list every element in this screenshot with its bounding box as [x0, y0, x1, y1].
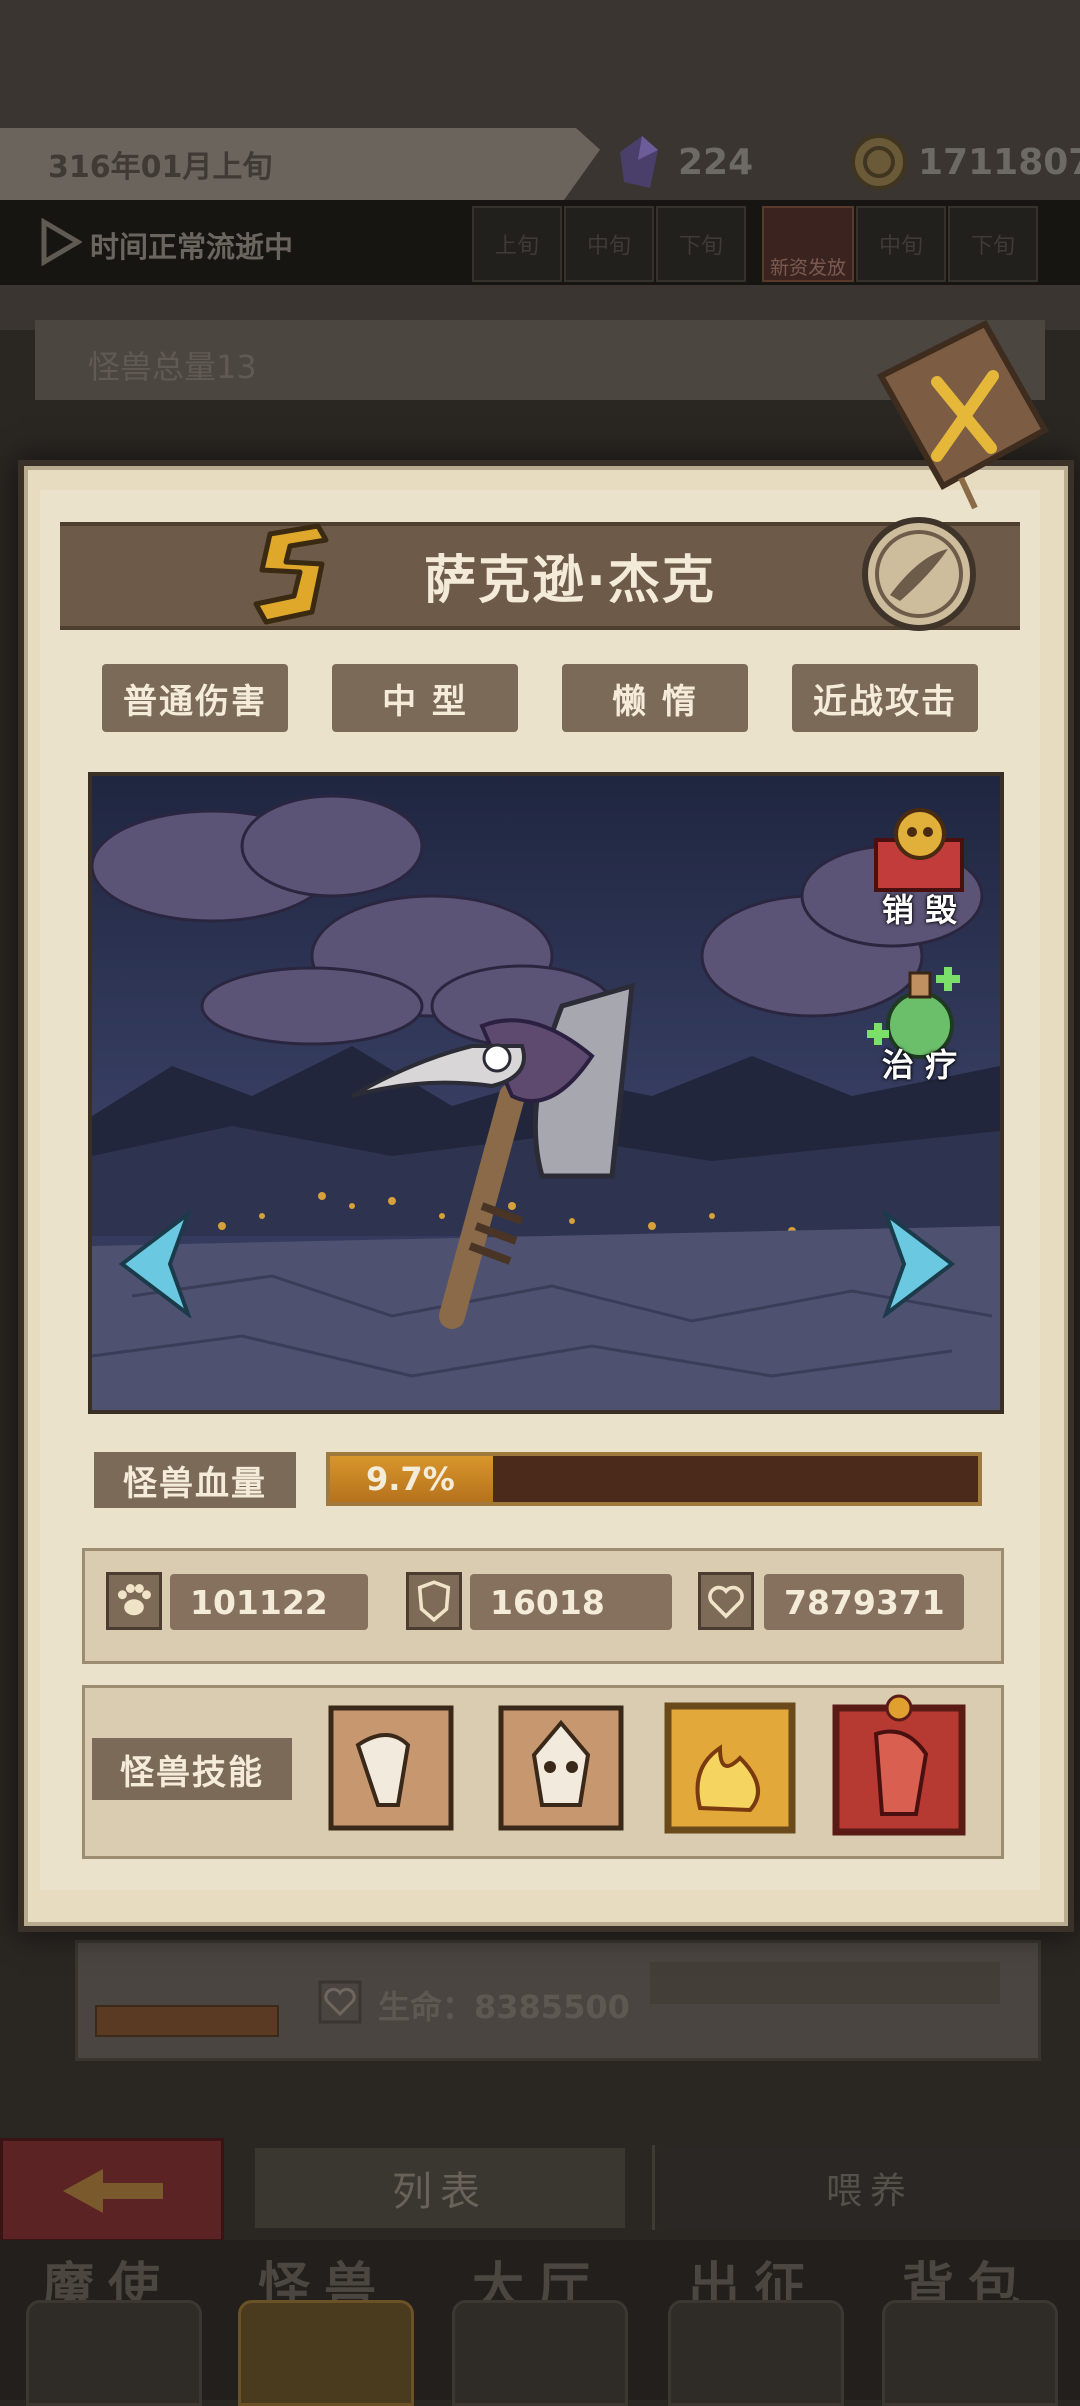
skill-fire-icon[interactable] — [660, 1698, 800, 1838]
tag-trait: 懒 惰 — [562, 664, 748, 732]
life-value: 7879371 — [764, 1574, 964, 1630]
nav-envoy-icon[interactable] — [26, 2300, 202, 2406]
back-button[interactable] — [0, 2138, 224, 2242]
previous-arrow-icon[interactable] — [118, 1210, 196, 1318]
compass-icon[interactable] — [860, 515, 978, 633]
monster-name: 萨克逊·杰克 — [424, 551, 716, 611]
skills-label: 怪兽技能 — [92, 1738, 292, 1800]
time-status: 时间正常流逝中 — [90, 230, 294, 264]
heal-label[interactable]: 治 疗 — [862, 1040, 977, 1086]
time-slot-mid[interactable]: 中旬 — [564, 206, 654, 282]
coin-count: 1711807 — [918, 142, 1080, 183]
tag-attack-type: 近战攻击 — [792, 664, 978, 732]
crystal-icon — [620, 136, 658, 188]
nav-hall-icon[interactable] — [452, 2300, 628, 2406]
card-stat-bar — [650, 1962, 1000, 2004]
card-hp-bar — [95, 2005, 279, 2037]
time-slot-late[interactable]: 下旬 — [656, 206, 746, 282]
life-text: 生命：8385500 — [378, 1988, 630, 2026]
feed-button[interactable]: 喂养 — [660, 2148, 1080, 2228]
attack-value: 101122 — [170, 1574, 368, 1630]
close-button[interactable] — [875, 318, 1050, 513]
destroy-label[interactable]: 销 毁 — [862, 885, 977, 931]
skill-claw-icon[interactable] — [328, 1705, 454, 1831]
play-icon[interactable] — [38, 218, 82, 266]
skill-rage-icon[interactable] — [498, 1705, 624, 1831]
hp-percent: 9.7% — [366, 1460, 455, 1498]
coin-icon — [851, 134, 907, 190]
heart-icon — [318, 1980, 362, 2024]
nav-bag-icon[interactable] — [882, 2300, 1058, 2406]
nav-monster-icon[interactable] — [238, 2300, 414, 2406]
time-slot-salary[interactable]: 新资发放 — [762, 206, 854, 282]
tag-size: 中 型 — [332, 664, 518, 732]
defense-value: 16018 — [470, 1574, 672, 1630]
time-slot-mid-2[interactable]: 中旬 — [856, 206, 946, 282]
monster-total-text: 怪兽总量13 — [88, 348, 257, 386]
nav-expedition-icon[interactable] — [668, 2300, 844, 2406]
skill-demon-icon[interactable] — [826, 1694, 972, 1840]
button-divider — [652, 2145, 655, 2230]
shield-icon — [406, 1572, 462, 1630]
time-slot-early[interactable]: 上旬 — [472, 206, 562, 282]
hp-label: 怪兽血量 — [94, 1452, 296, 1508]
time-slot-late-2[interactable]: 下旬 — [948, 206, 1038, 282]
next-arrow-icon[interactable] — [878, 1210, 956, 1318]
date-text: 316年01月上旬 — [48, 150, 273, 185]
tag-damage-type: 普通伤害 — [102, 664, 288, 732]
crystal-count: 224 — [678, 142, 754, 183]
paw-icon — [106, 1572, 162, 1630]
list-button[interactable]: 列表 — [255, 2148, 625, 2228]
heart-icon — [698, 1572, 754, 1630]
back-arrow-icon — [63, 2169, 163, 2213]
